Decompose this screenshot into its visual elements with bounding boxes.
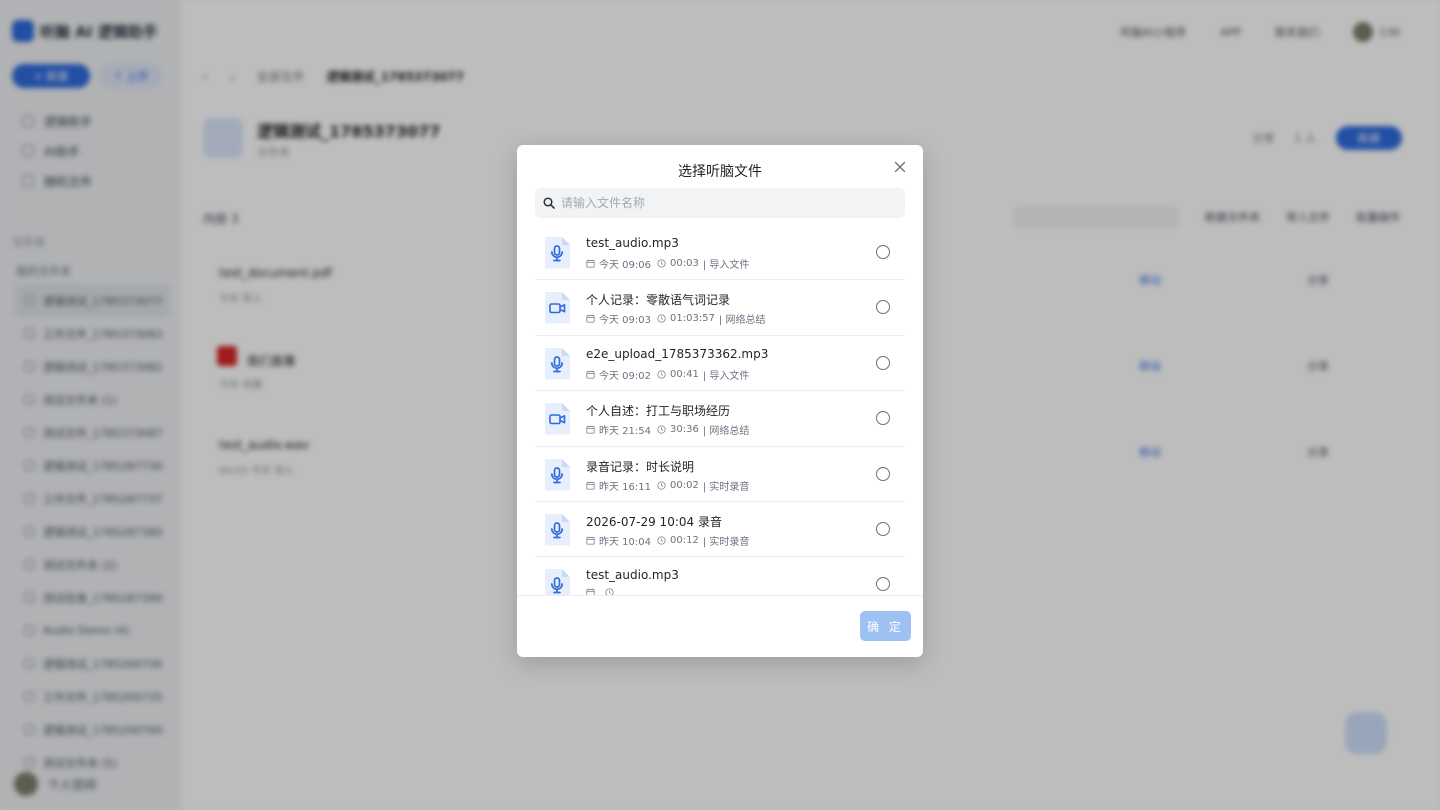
file-date: 今天 09:06 (599, 260, 651, 271)
select-radio[interactable] (876, 411, 890, 426)
file-search-bar (535, 188, 905, 218)
select-radio[interactable] (876, 245, 890, 259)
calendar-icon (586, 314, 595, 324)
file-search-input[interactable] (561, 196, 881, 210)
calendar-icon (586, 370, 595, 379)
file-date: 昨天 16:11 (599, 481, 651, 493)
file-list-item[interactable]: 个人记录：零散语气词记录 今天 09:03 01:03:57 | 网络总结 (535, 280, 905, 336)
select-radio[interactable] (876, 521, 890, 536)
search-icon (543, 197, 555, 209)
clock-icon (605, 588, 614, 595)
file-duration: 00:12 (670, 534, 699, 546)
dialog-title: 选择听脑文件 (678, 164, 762, 180)
clock-icon (657, 370, 666, 379)
clock-icon (657, 425, 666, 434)
file-meta: 今天 09:06 00:03 | 导入文件 (586, 256, 749, 271)
file-name: test_audio.mp3 (586, 568, 679, 583)
file-meta: 昨天 21:54 30:36 | 网络总结 (586, 422, 749, 437)
file-meta: 昨天 16:11 00:02 | 实时录音 (586, 478, 749, 493)
file-duration: 00:03 (670, 258, 699, 269)
confirm-button[interactable]: 确 定 (860, 611, 911, 641)
select-radio[interactable] (876, 577, 890, 592)
file-source: | 导入文件 (702, 370, 750, 382)
dialog-divider (517, 595, 923, 596)
file-source: | 网络总结 (718, 315, 766, 327)
file-meta (586, 588, 622, 595)
calendar-icon (586, 425, 595, 434)
audio-file-icon (543, 347, 571, 380)
file-name: e2e_upload_1785373362.mp3 (586, 346, 769, 361)
video-file-icon (543, 291, 571, 324)
calendar-icon (586, 481, 595, 490)
clock-icon (657, 480, 666, 490)
file-name: test_audio.mp3 (586, 236, 679, 250)
audio-file-icon (543, 568, 571, 595)
file-date: 昨天 10:04 (599, 536, 651, 548)
video-file-icon (543, 402, 571, 435)
file-name: 2026-07-29 10:04 录音 (586, 514, 722, 529)
file-list-item[interactable]: e2e_upload_1785373362.mp3 今天 09:02 00:41… (535, 336, 905, 392)
clock-icon (657, 536, 666, 545)
file-meta: 昨天 10:04 00:12 | 实时录音 (586, 533, 749, 548)
file-source: | 导入文件 (702, 260, 750, 271)
file-name: 录音记录：时长说明 (586, 459, 695, 474)
file-meta: 今天 09:03 01:03:57 | 网络总结 (586, 311, 765, 326)
file-date: 昨天 21:54 (599, 426, 651, 438)
file-duration: 30:36 (670, 424, 699, 436)
file-duration: 00:02 (670, 479, 699, 491)
select-radio[interactable] (876, 466, 890, 481)
close-icon[interactable] (891, 158, 909, 176)
calendar-icon (586, 259, 595, 268)
file-list-item[interactable]: 2026-07-29 10:04 录音 昨天 10:04 00:12 | 实时录… (535, 502, 905, 558)
file-source: | 实时录音 (702, 481, 750, 493)
calendar-icon (586, 536, 595, 545)
file-list: test_audio.mp3 今天 09:06 00:03 | 导入文件 个人记… (535, 225, 905, 595)
audio-file-icon (543, 236, 571, 269)
select-file-dialog: 选择听脑文件 test_audio.mp3 今天 09:06 00:03 | 导… (517, 145, 923, 657)
file-list-item[interactable]: 录音记录：时长说明 昨天 16:11 00:02 | 实时录音 (535, 447, 905, 502)
file-date: 今天 09:02 (599, 370, 651, 382)
file-list-item[interactable]: test_audio.mp3 今天 09:06 00:03 | 导入文件 (535, 225, 905, 281)
file-list-item[interactable]: test_audio.mp3 (535, 557, 905, 595)
calendar-icon (586, 588, 595, 595)
select-radio[interactable] (876, 355, 890, 370)
file-duration: 01:03:57 (670, 313, 715, 325)
clock-icon (657, 314, 666, 324)
audio-file-icon (543, 458, 571, 491)
audio-file-icon (543, 513, 571, 546)
select-radio[interactable] (876, 300, 890, 315)
file-source: | 实时录音 (702, 536, 750, 548)
clock-icon (657, 259, 666, 268)
file-duration: 00:41 (670, 368, 699, 380)
file-meta: 今天 09:02 00:41 | 导入文件 (586, 367, 749, 382)
file-name: 个人自述：打工与职场经历 (586, 404, 731, 419)
file-name: 个人记录：零散语气词记录 (586, 293, 731, 308)
file-date: 今天 09:03 (599, 315, 651, 327)
file-list-item[interactable]: 个人自述：打工与职场经历 昨天 21:54 30:36 | 网络总结 (535, 391, 905, 447)
file-source: | 网络总结 (702, 426, 750, 438)
